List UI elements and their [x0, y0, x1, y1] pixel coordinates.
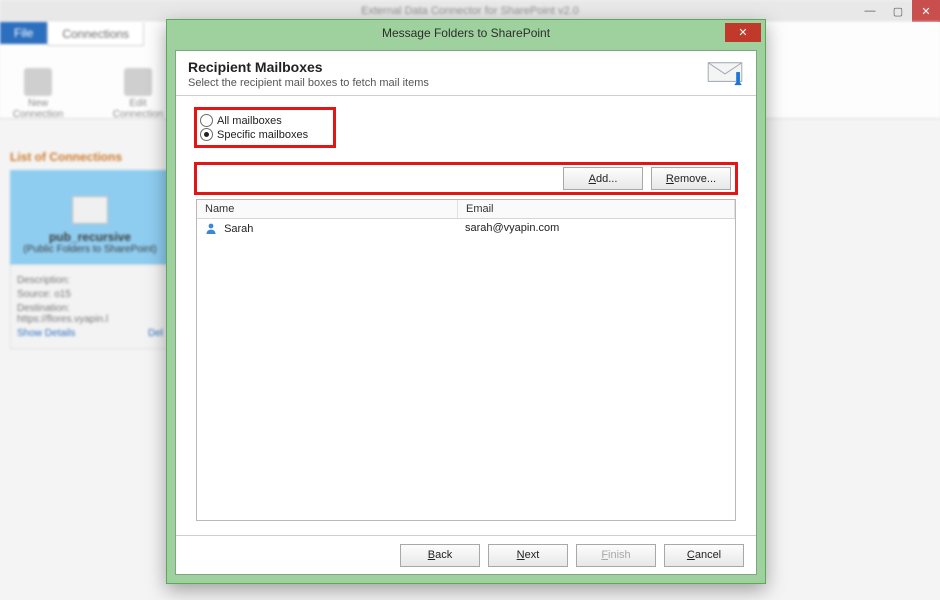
col-header-name[interactable]: Name — [197, 200, 458, 218]
bg-tab-connections: Connections — [47, 22, 144, 46]
add-label-rest: dd... — [596, 173, 617, 185]
cancel-button[interactable]: Cancel — [664, 544, 744, 567]
close-icon: ✕ — [738, 26, 747, 39]
radio-icon — [200, 114, 213, 127]
wizard-content: All mailboxes Specific mailboxes Add... … — [176, 99, 756, 534]
dialog-title: Message Folders to SharePoint — [382, 26, 550, 40]
grid-header[interactable]: Name Email — [197, 200, 735, 219]
finish-button: Finish — [576, 544, 656, 567]
table-row[interactable]: Sarah sarah@vyapin.com — [197, 219, 735, 238]
bg-card-sub: (Public Folders to SharePoint) — [10, 244, 170, 255]
bg-connections-panel: List of Connections pub_recursive (Publi… — [10, 150, 170, 349]
add-button[interactable]: Add... — [563, 167, 643, 190]
bg-btn-edit-label: Edit Connection — [113, 98, 164, 120]
remove-label-rest: emove... — [674, 173, 716, 185]
next-button[interactable]: Next — [488, 544, 568, 567]
dialog-close-button[interactable]: ✕ — [725, 23, 761, 42]
wizard-dialog: Message Folders to SharePoint ✕ Recipien… — [166, 19, 766, 584]
user-icon — [205, 222, 217, 234]
bg-meta: Description: Source: o15 Destination: ht… — [10, 265, 170, 349]
col-header-email[interactable]: Email — [458, 200, 735, 218]
bg-close-button: ✕ — [912, 0, 940, 22]
cell-name: Sarah — [224, 223, 253, 235]
dialog-titlebar[interactable]: Message Folders to SharePoint ✕ — [167, 20, 765, 46]
bg-meta-src: Source: o15 — [17, 289, 163, 300]
bg-btn-edit-connection: Edit Connection — [108, 68, 168, 120]
bg-card-name: pub_recursive — [10, 230, 170, 244]
bg-meta-del: Del — [148, 328, 163, 339]
bg-meta-desc: Description: — [17, 275, 163, 286]
page-subtitle: Select the recipient mail boxes to fetch… — [188, 77, 429, 89]
bg-panel-title: List of Connections — [10, 150, 170, 164]
bg-connection-card: pub_recursive (Public Folders to SharePo… — [10, 170, 170, 265]
cell-email: sarah@vyapin.com — [457, 219, 735, 238]
dialog-body: Recipient Mailboxes Select the recipient… — [175, 50, 757, 575]
remove-button[interactable]: Remove... — [651, 167, 731, 190]
bg-btn-new-connection: New Connection — [8, 68, 68, 120]
bg-title: External Data Connector for SharePoint v… — [361, 5, 579, 17]
bg-meta-show: Show Details — [17, 328, 75, 339]
back-button[interactable]: Back — [400, 544, 480, 567]
mail-upload-icon — [706, 59, 744, 87]
radio-all-label: All mailboxes — [217, 115, 282, 127]
wizard-footer: Back Next Finish Cancel — [176, 535, 756, 574]
bg-window-buttons: — ▢ ✕ — [856, 0, 940, 22]
bg-maximize-button: ▢ — [884, 0, 912, 22]
mailbox-scope-radio-group: All mailboxes Specific mailboxes — [196, 109, 334, 146]
bg-card-icon — [72, 196, 108, 224]
bg-btn-new-label: New Connection — [13, 98, 64, 120]
page-title: Recipient Mailboxes — [188, 59, 429, 75]
mailbox-action-row: Add... Remove... — [196, 164, 736, 193]
radio-specific-label: Specific mailboxes — [217, 129, 308, 141]
radio-all-mailboxes[interactable]: All mailboxes — [200, 114, 308, 127]
bg-minimize-button: — — [856, 0, 884, 22]
bg-meta-dest: Destination: https://flores.vyapin.l — [17, 303, 163, 325]
wizard-header: Recipient Mailboxes Select the recipient… — [176, 51, 756, 96]
bg-tab-file: File — [0, 22, 47, 44]
mailboxes-grid[interactable]: Name Email Sarah sarah@vyapin.com — [196, 199, 736, 521]
radio-icon — [200, 128, 213, 141]
radio-specific-mailboxes[interactable]: Specific mailboxes — [200, 128, 308, 141]
